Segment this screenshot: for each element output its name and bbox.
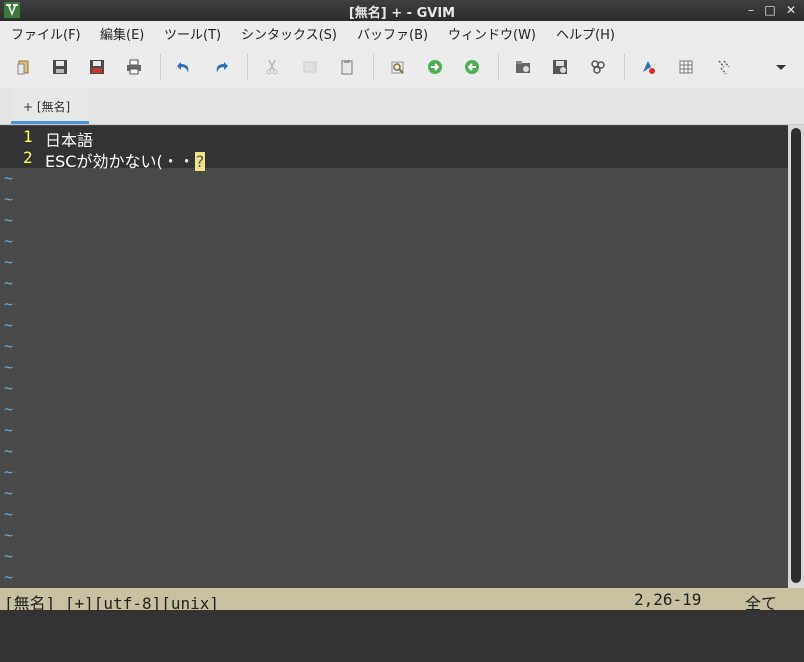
tab-bar: + [無名] (0, 88, 804, 125)
editor-area[interactable]: 1 日本語 2 ESCが効かない(・・? ~ ~ ~ ~ ~ ~ ~ ~ ~ ~ ~ ~ ~ ~ ~ ~ ~ ~ ~… (0, 125, 788, 588)
shell-icon[interactable] (674, 55, 698, 79)
command-line[interactable] (0, 610, 804, 662)
empty-line-tilde: ~ (4, 232, 14, 250)
line-text: ESCが効かない(・・? (45, 148, 206, 172)
status-cursor-position: 2,26-19 (634, 590, 702, 609)
menu-tools[interactable]: ツール(T) (162, 24, 223, 43)
load-session-icon[interactable] (511, 55, 535, 79)
menu-window[interactable]: ウィンドウ(W) (446, 24, 538, 43)
find-replace-icon[interactable] (386, 55, 410, 79)
save-session-icon[interactable] (548, 55, 572, 79)
gvim-window: [無名] + - GVIM – □ ✕ ファイル(F) 編集(E) ツール(T)… (0, 0, 804, 662)
empty-line-tilde: ~ (4, 568, 14, 586)
line-number: 2 (23, 148, 33, 167)
title-bar: [無名] + - GVIM – □ ✕ (0, 0, 804, 21)
menu-file[interactable]: ファイル(F) (9, 24, 83, 43)
close-button[interactable]: ✕ (783, 2, 799, 18)
tab-active-indicator (11, 121, 89, 124)
empty-line-tilde: ~ (4, 169, 14, 187)
status-line: [無名] [+][utf-8][unix] 2,26-19 全て (0, 588, 804, 613)
empty-line-tilde: ~ (4, 379, 14, 397)
empty-line-tilde: ~ (4, 547, 14, 565)
toolbar-separator (160, 54, 161, 80)
make-icon[interactable] (636, 55, 660, 79)
toolbar-separator (498, 54, 499, 80)
toolbar (0, 46, 804, 88)
toolbar-separator (624, 54, 625, 80)
empty-line-tilde: ~ (4, 211, 14, 229)
buffer-line[interactable]: 1 日本語 (0, 126, 788, 150)
copy-icon[interactable] (298, 55, 322, 79)
run-script-icon[interactable] (586, 55, 610, 79)
tab-unnamed[interactable]: + [無名] (11, 88, 89, 124)
save-icon[interactable] (48, 55, 72, 79)
vertical-scrollbar[interactable] (788, 125, 804, 588)
empty-line-tilde: ~ (4, 442, 14, 460)
print-icon[interactable] (122, 55, 146, 79)
overflow-chevron-icon[interactable] (769, 55, 793, 79)
menu-bar: ファイル(F) 編集(E) ツール(T) シンタックス(S) バッファ(B) ウ… (0, 21, 804, 46)
empty-line-tilde: ~ (4, 316, 14, 334)
empty-line-tilde: ~ (4, 526, 14, 544)
redo-icon[interactable] (209, 55, 233, 79)
find-next-icon[interactable] (423, 55, 447, 79)
empty-line-tilde: ~ (4, 400, 14, 418)
tags-icon[interactable] (712, 55, 736, 79)
menu-buffers[interactable]: バッファ(B) (355, 24, 430, 43)
empty-line-tilde: ~ (4, 505, 14, 523)
menu-edit[interactable]: 編集(E) (98, 24, 146, 43)
empty-line-tilde: ~ (4, 421, 14, 439)
cut-icon[interactable] (260, 55, 284, 79)
empty-line-tilde: ~ (4, 295, 14, 313)
minimize-button[interactable]: – (743, 2, 759, 18)
toolbar-separator (247, 54, 248, 80)
toolbar-separator (373, 54, 374, 80)
undo-icon[interactable] (172, 55, 196, 79)
tab-label: + [無名] (23, 100, 71, 114)
cursor: ? (194, 152, 206, 171)
open-icon[interactable] (12, 55, 36, 79)
menu-help[interactable]: ヘルプ(H) (554, 24, 617, 43)
save-all-icon[interactable] (85, 55, 109, 79)
menu-syntax[interactable]: シンタックス(S) (239, 24, 339, 43)
find-prev-icon[interactable] (460, 55, 484, 79)
empty-line-tilde: ~ (4, 484, 14, 502)
buffer-line[interactable]: 2 ESCが効かない(・・? (0, 147, 788, 171)
line-text-content: ESCが効かない(・・ (45, 152, 195, 171)
paste-icon[interactable] (335, 55, 359, 79)
scrollbar-thumb[interactable] (791, 128, 801, 583)
empty-line-tilde: ~ (4, 253, 14, 271)
empty-line-tilde: ~ (4, 463, 14, 481)
empty-line-tilde: ~ (4, 190, 14, 208)
empty-line-tilde: ~ (4, 358, 14, 376)
empty-line-tilde: ~ (4, 274, 14, 292)
line-number: 1 (23, 127, 33, 146)
empty-line-tilde: ~ (4, 337, 14, 355)
maximize-button[interactable]: □ (762, 2, 778, 18)
window-title: [無名] + - GVIM (348, 6, 456, 21)
